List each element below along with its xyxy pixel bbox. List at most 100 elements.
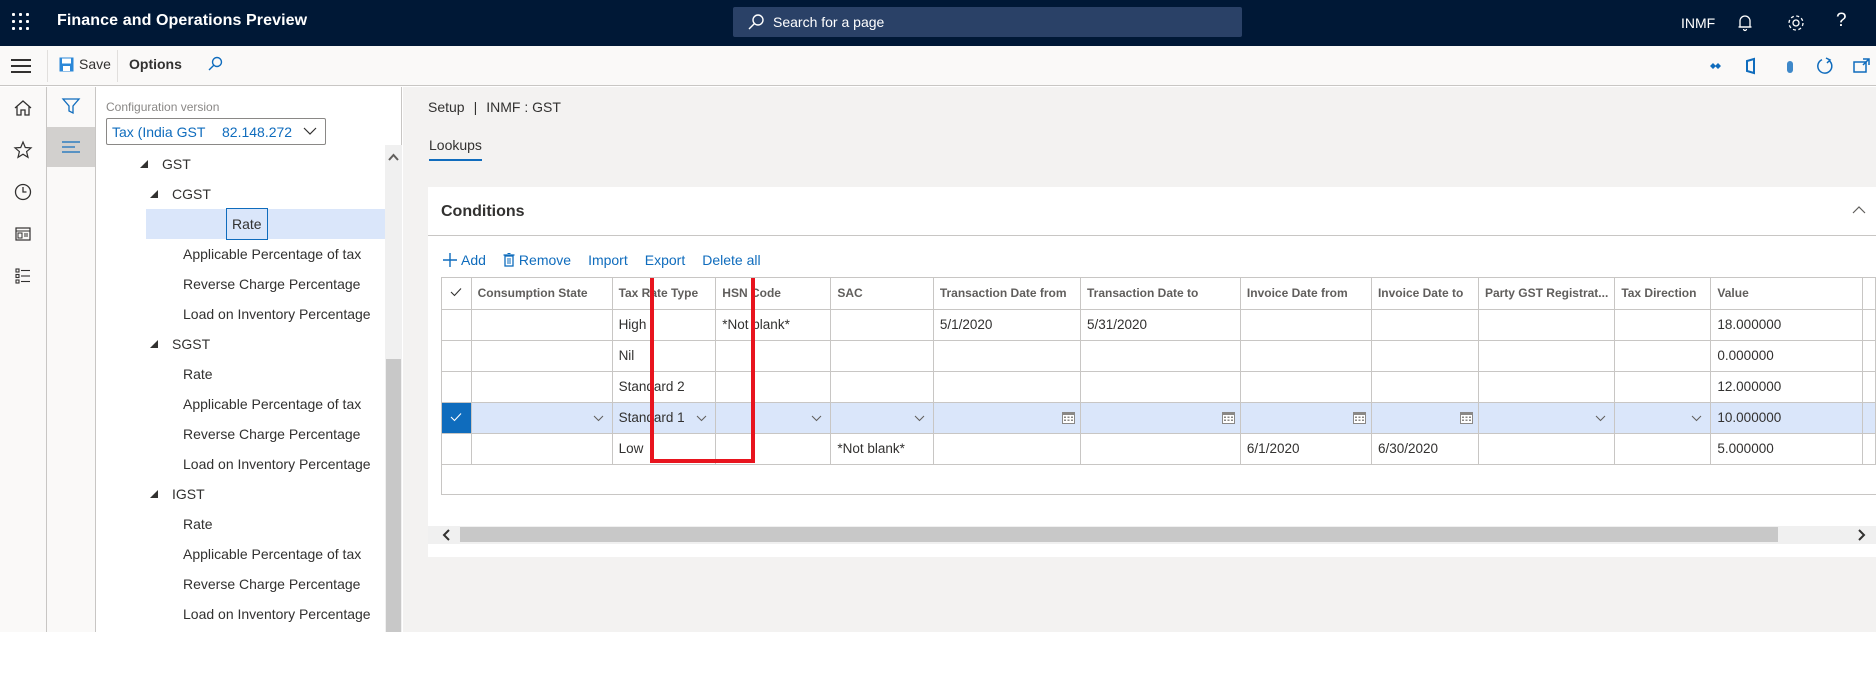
column-header[interactable]: Tax Rate Type [611,278,717,310]
table-cell[interactable]: Standard 2 [611,370,717,403]
table-cell[interactable] [830,401,934,434]
table-cell[interactable]: Standard 1 [611,401,717,434]
table-cell[interactable] [715,432,832,465]
delete-all-button[interactable]: Delete all [702,252,760,268]
table-cell[interactable] [830,339,934,372]
table-cell[interactable]: *Not blank* [830,432,934,465]
table-cell[interactable] [1477,370,1616,403]
search-input[interactable]: Search for a page [733,7,1242,37]
select-all-checkbox[interactable] [442,278,472,310]
filter-button[interactable] [47,87,95,127]
tree-node[interactable]: Applicable Percentage of tax [96,239,385,269]
column-header[interactable]: Consumption State [470,278,613,310]
table-cell[interactable]: 5.000000 [1710,432,1863,465]
chevron-down-icon[interactable] [914,415,925,422]
table-row[interactable]: Low *Not blank* 6/1/2020 6/30/2020 5.000000 [442,432,1876,465]
import-button[interactable]: Import [588,252,628,268]
column-header[interactable]: HSN Code [715,278,832,310]
table-cell[interactable]: 5/31/2020 [1079,308,1241,341]
calendar-icon[interactable] [1352,411,1366,424]
table-cell[interactable] [1079,401,1241,434]
scroll-left-icon[interactable] [442,529,450,541]
bell-icon[interactable] [1734,12,1756,34]
tree-view-button[interactable] [47,127,95,167]
row-select-checkbox[interactable] [442,401,472,434]
export-button[interactable]: Export [645,252,685,268]
chevron-up-icon[interactable] [1852,205,1866,214]
waffle-icon[interactable] [12,13,32,33]
calendar-icon[interactable] [1061,411,1075,424]
tree-node[interactable]: Reverse Charge Percentage [96,269,385,299]
table-row[interactable]: Standard 2 12.000000 [442,370,1876,403]
home-icon[interactable] [12,97,34,119]
chevron-down-icon[interactable] [696,415,707,422]
table-cell[interactable] [1477,339,1616,372]
table-cell[interactable] [715,401,832,434]
hamburger-icon[interactable] [11,59,31,73]
table-cell[interactable] [1614,432,1712,465]
table-cell[interactable] [470,308,613,341]
tree-node[interactable]: Load on Inventory Percentage [96,449,385,479]
refresh-icon[interactable] [1815,56,1835,76]
chevron-down-icon[interactable] [593,415,604,422]
calendar-icon[interactable] [1459,411,1473,424]
tree-node[interactable]: Load on Inventory Percentage [96,599,385,629]
tree-node[interactable]: Rate [96,509,385,539]
table-cell[interactable] [1614,370,1712,403]
scroll-right-icon[interactable] [1858,529,1866,541]
find-icon[interactable] [206,55,226,75]
column-header[interactable]: Transaction Date from [932,278,1081,310]
table-cell[interactable]: 6/30/2020 [1370,432,1479,465]
table-cell[interactable]: Low [611,432,717,465]
table-cell[interactable] [1477,432,1616,465]
table-cell[interactable] [830,308,934,341]
table-cell[interactable]: 18.000000 [1710,308,1863,341]
table-cell[interactable] [932,432,1081,465]
table-cell[interactable] [715,339,832,372]
table-cell[interactable] [932,370,1081,403]
table-cell[interactable] [830,370,934,403]
tree-node[interactable]: Load on Inventory Percentage [96,299,385,329]
chevron-down-icon[interactable] [1691,415,1702,422]
chevron-down-icon[interactable] [811,415,822,422]
table-cell[interactable]: 5/1/2020 [932,308,1081,341]
tree-node[interactable]: Rate [146,208,385,240]
table-cell[interactable]: 6/1/2020 [1239,432,1372,465]
tree-node[interactable]: Rate [96,359,385,389]
table-cell[interactable] [470,432,613,465]
grid-scroll-thumb[interactable] [460,527,1778,542]
table-cell[interactable] [932,339,1081,372]
column-header[interactable]: SAC [830,278,934,310]
table-cell[interactable] [1370,401,1479,434]
expand-triangle-icon[interactable] [150,190,158,198]
tab-lookups[interactable]: Lookups [429,137,482,161]
tree-node[interactable]: IGST [96,479,385,509]
tree-node[interactable]: Applicable Percentage of tax [96,539,385,569]
table-cell[interactable] [1370,370,1479,403]
table-cell[interactable] [1079,339,1241,372]
table-row[interactable]: Standard 1 10.000000 [442,401,1876,434]
column-header[interactable]: Tax Direction [1614,278,1712,310]
clock-icon[interactable] [12,181,34,203]
table-cell[interactable] [1370,339,1479,372]
options-tab[interactable]: Options [129,56,182,72]
table-cell[interactable] [1477,308,1616,341]
open-new-window-icon[interactable] [1852,56,1872,76]
table-cell[interactable] [932,401,1081,434]
table-cell[interactable] [1614,308,1712,341]
config-version-select[interactable]: Tax (India GST 82.148.272 [106,118,326,145]
company-picker[interactable]: INMF [1681,15,1715,31]
tree-node[interactable]: SGST [96,329,385,359]
row-select-checkbox[interactable] [442,308,472,341]
table-cell[interactable] [1239,401,1372,434]
save-button[interactable]: Save [59,56,111,72]
table-cell[interactable]: High [611,308,717,341]
table-cell[interactable] [470,401,613,434]
column-header[interactable]: Value [1710,278,1863,310]
row-select-checkbox[interactable] [442,370,472,403]
star-icon[interactable] [12,139,34,161]
expand-triangle-icon[interactable] [150,340,158,348]
help-icon[interactable]: ? [1836,10,1858,32]
scroll-up-icon[interactable] [388,153,399,161]
table-cell[interactable]: Nil [611,339,717,372]
